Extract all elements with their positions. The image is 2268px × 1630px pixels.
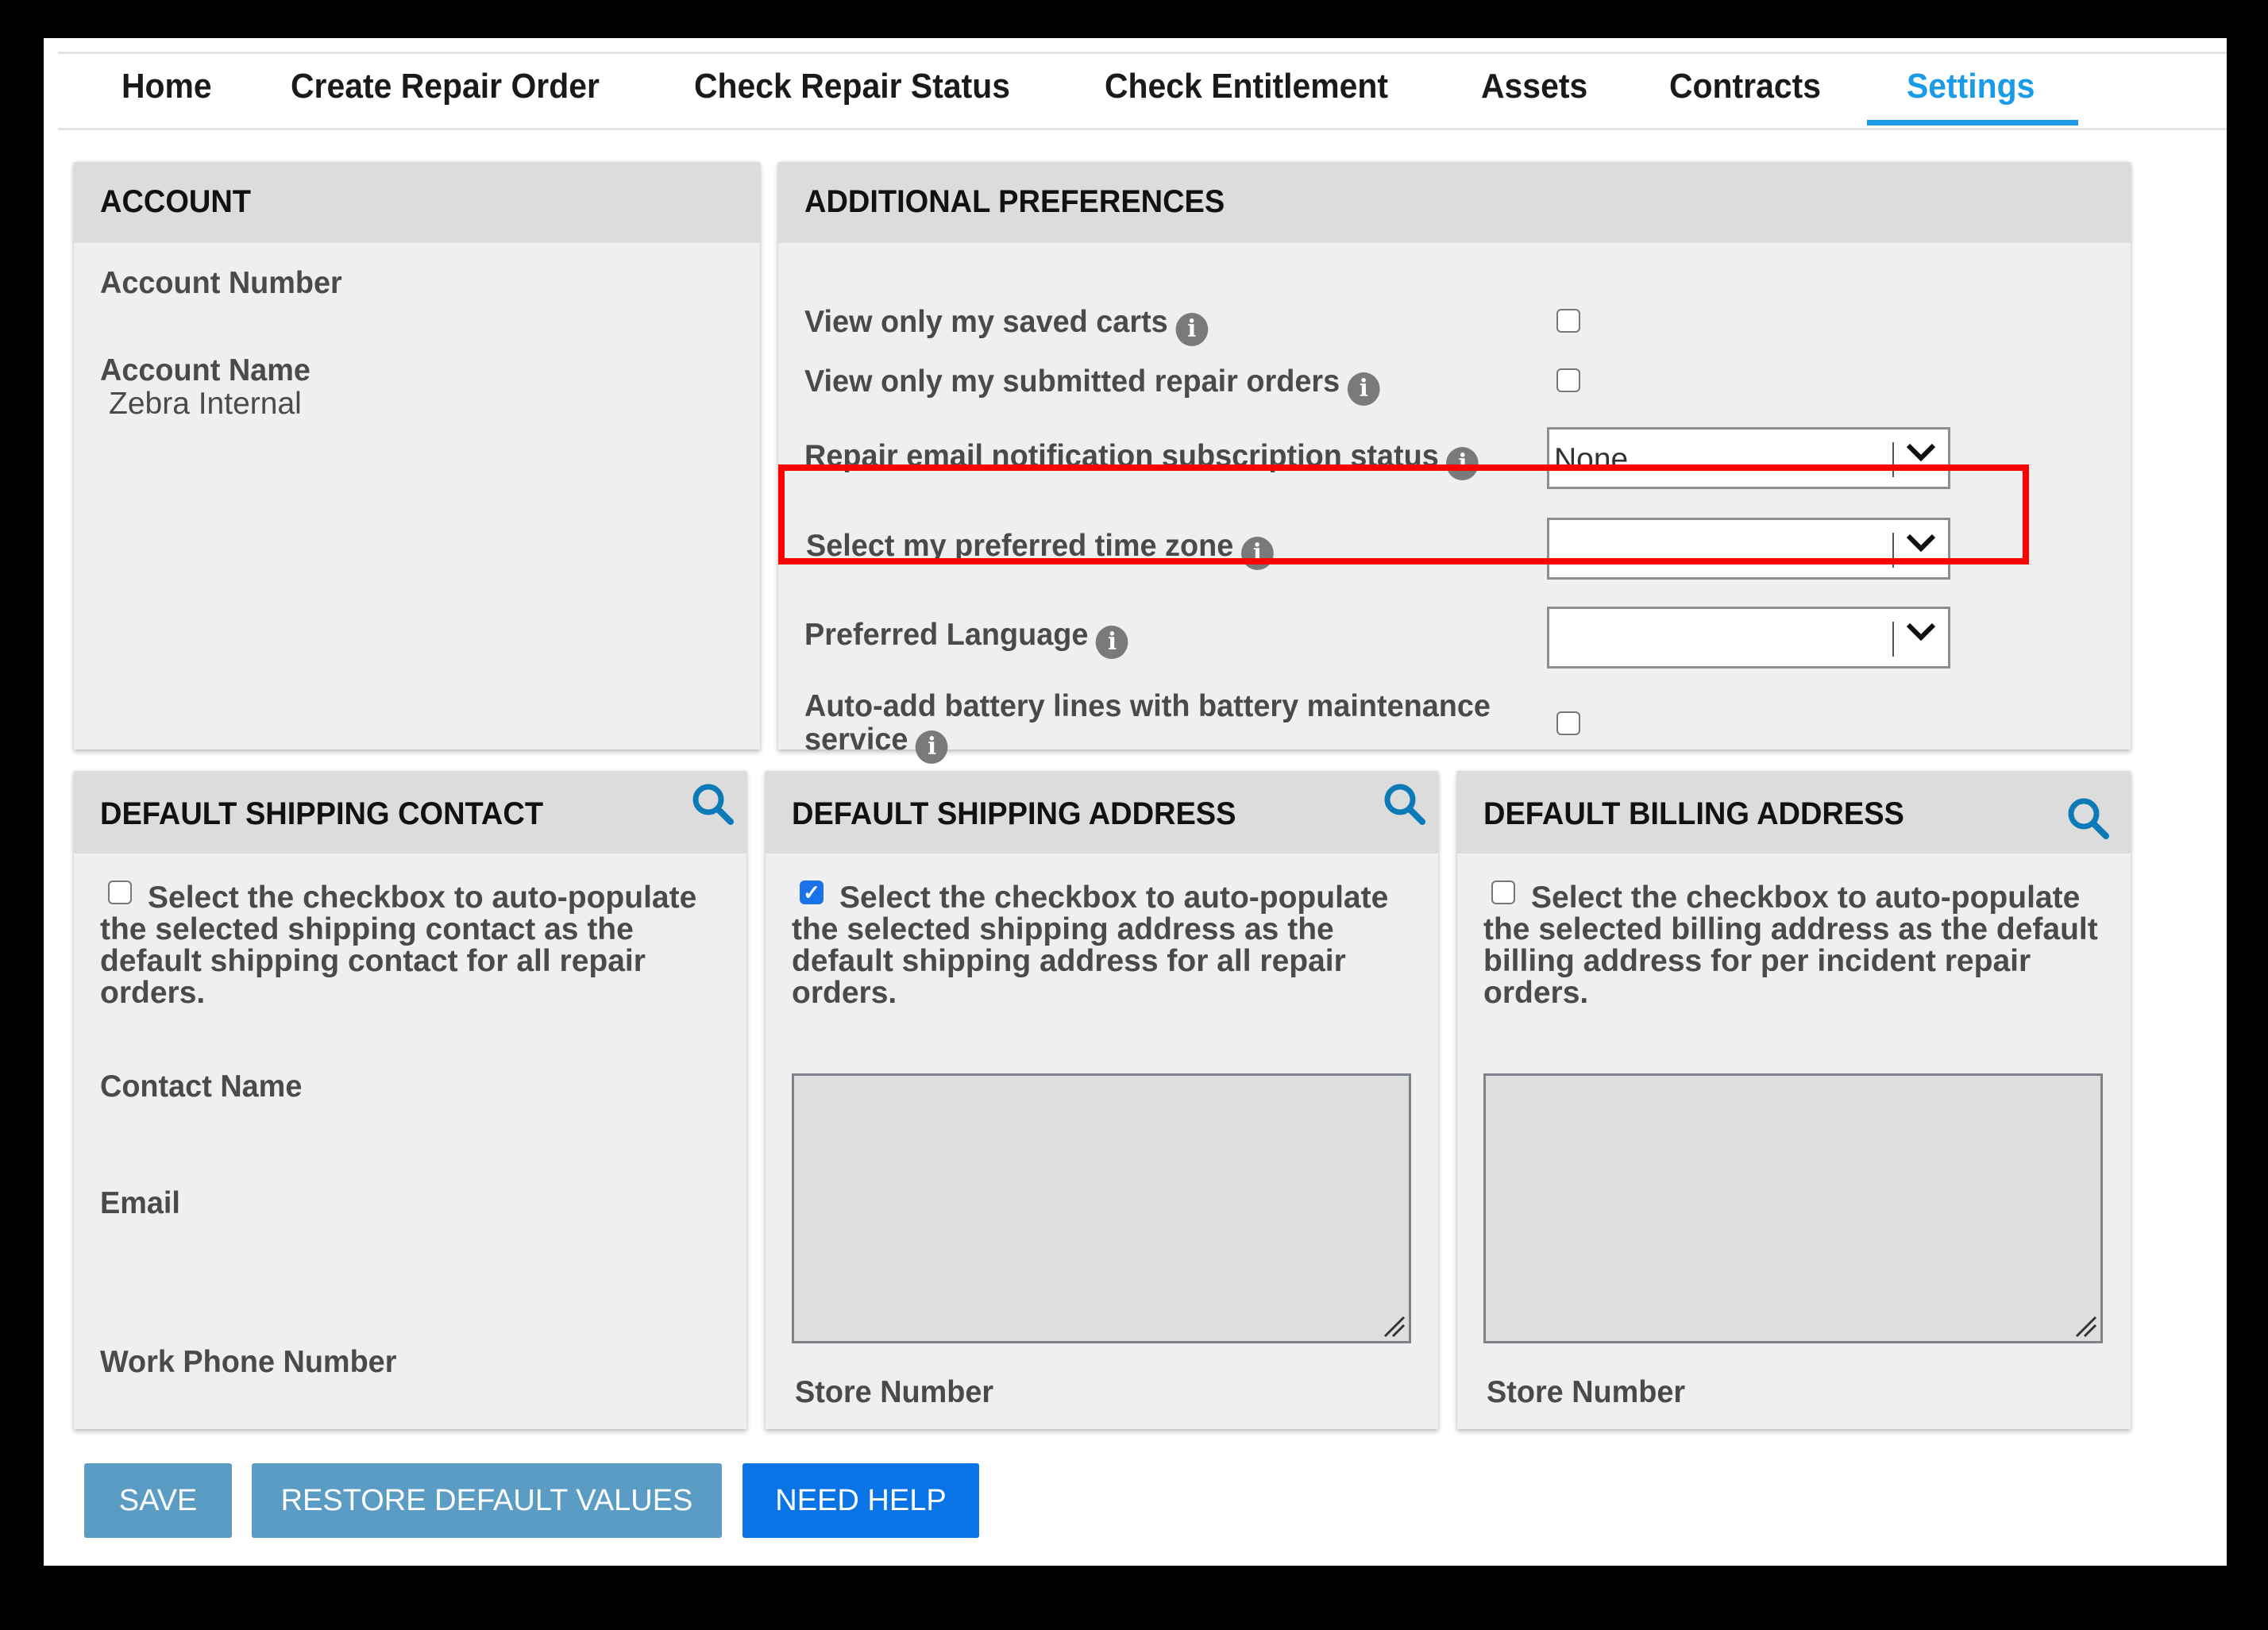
submitted-orders-checkbox[interactable] [1556,368,1580,392]
save-button[interactable]: SAVE [84,1463,232,1538]
submitted-orders-label: View only my submitted repair orders i [804,364,1380,406]
shipping-contact-description: Select the checkbox to auto-populate the… [100,881,697,1010]
chevron-down-icon [1906,443,1936,462]
email-notification-text: Repair email notification subscription s… [804,439,1439,473]
chevron-down-icon [1906,622,1936,642]
contact-name-label: Contact Name [100,1069,303,1104]
tab-home[interactable]: Home [122,67,212,106]
billing-address-panel: DEFAULT BILLING ADDRESS Select the check… [1457,771,2131,1429]
active-tab-indicator [1867,120,2078,125]
email-notification-value: None [1554,442,1629,476]
additional-preferences-panel: ADDITIONAL PREFERENCES View only my save… [778,162,2131,764]
account-title: ACCOUNT [100,184,251,219]
billing-address-textarea[interactable] [1483,1073,2103,1343]
shipping-contact-title: DEFAULT SHIPPING CONTACT [100,796,544,831]
battery-lines-label: Auto-add battery lines with battery main… [804,690,1491,764]
account-number-label: Account Number [100,266,342,300]
time-zone-select[interactable] [1547,518,1950,580]
billing-address-header: DEFAULT BILLING ADDRESS [1457,771,2131,854]
select-separator [1892,622,1894,657]
saved-carts-text: View only my saved carts [804,305,1168,339]
nav-top-border [58,52,2227,54]
time-zone-label: Select my preferred time zone i [806,529,1274,570]
search-icon[interactable] [689,780,737,828]
need-help-button[interactable]: NEED HELP [742,1463,979,1538]
settings-page: Home Create Repair Order Check Repair St… [44,38,2227,1566]
account-name-label: Account Name [100,353,310,387]
saved-carts-checkbox[interactable] [1556,309,1580,333]
battery-lines-checkbox[interactable] [1556,711,1580,735]
tab-check-repair-status[interactable]: Check Repair Status [694,67,1010,106]
tab-assets[interactable]: Assets [1481,67,1587,106]
tab-settings[interactable]: Settings [1907,67,2035,106]
account-panel: ACCOUNT Account Number Account Name Zebr… [74,162,760,749]
shipping-address-description: Select the checkbox to auto-populate the… [792,881,1389,1010]
info-icon[interactable]: i [1096,626,1128,659]
billing-address-title: DEFAULT BILLING ADDRESS [1483,796,1904,831]
shipping-address-panel: DEFAULT SHIPPING ADDRESS ✓ Select the ch… [766,771,1438,1429]
chevron-down-icon [1906,534,1936,553]
account-panel-header: ACCOUNT [74,162,760,243]
battery-lines-text-2: service [804,723,908,757]
resize-grip-icon[interactable] [2073,1314,2097,1338]
tab-check-entitlement[interactable]: Check Entitlement [1105,67,1388,106]
search-icon[interactable] [1381,780,1429,828]
info-icon[interactable]: i [916,730,948,764]
nav-bottom-border [58,128,2227,130]
shipping-store-number-label: Store Number [795,1375,994,1409]
search-icon[interactable] [2065,795,2112,842]
shipping-address-textarea[interactable] [792,1073,1411,1343]
tab-contracts[interactable]: Contracts [1669,67,1821,106]
shipping-address-header: DEFAULT SHIPPING ADDRESS [766,771,1438,854]
select-separator [1892,442,1894,477]
info-icon[interactable]: i [1446,447,1479,480]
preferred-language-select[interactable] [1547,607,1950,669]
email-notification-label: Repair email notification subscription s… [804,439,1479,480]
tab-create-repair-order[interactable]: Create Repair Order [291,67,600,106]
shipping-address-title: DEFAULT SHIPPING ADDRESS [792,796,1236,831]
resize-grip-icon[interactable] [1382,1314,1406,1338]
preferences-title: ADDITIONAL PREFERENCES [804,184,1225,219]
submitted-orders-text: View only my submitted repair orders [804,364,1340,399]
select-separator [1892,533,1894,568]
preferred-language-label: Preferred Language i [804,618,1128,659]
billing-store-number-label: Store Number [1487,1375,1686,1409]
saved-carts-label: View only my saved carts i [804,305,1209,346]
email-label: Email [100,1186,180,1220]
work-phone-label: Work Phone Number [100,1345,397,1379]
restore-default-values-button[interactable]: RESTORE DEFAULT VALUES [252,1463,722,1538]
preferences-panel-header: ADDITIONAL PREFERENCES [778,162,2131,243]
info-icon[interactable]: i [1240,537,1274,570]
email-notification-select[interactable]: None [1547,427,1950,489]
info-icon[interactable]: i [1175,313,1209,346]
shipping-contact-header: DEFAULT SHIPPING CONTACT [74,771,746,854]
billing-address-description: Select the checkbox to auto-populate the… [1483,881,2098,1010]
battery-lines-text-1: Auto-add battery lines with battery main… [804,689,1491,723]
account-name-value: Zebra Internal [109,387,302,421]
time-zone-text: Select my preferred time zone [806,529,1234,563]
shipping-contact-panel: DEFAULT SHIPPING CONTACT Select the chec… [74,771,746,1429]
preferred-language-text: Preferred Language [804,618,1089,652]
info-icon[interactable]: i [1347,372,1380,406]
